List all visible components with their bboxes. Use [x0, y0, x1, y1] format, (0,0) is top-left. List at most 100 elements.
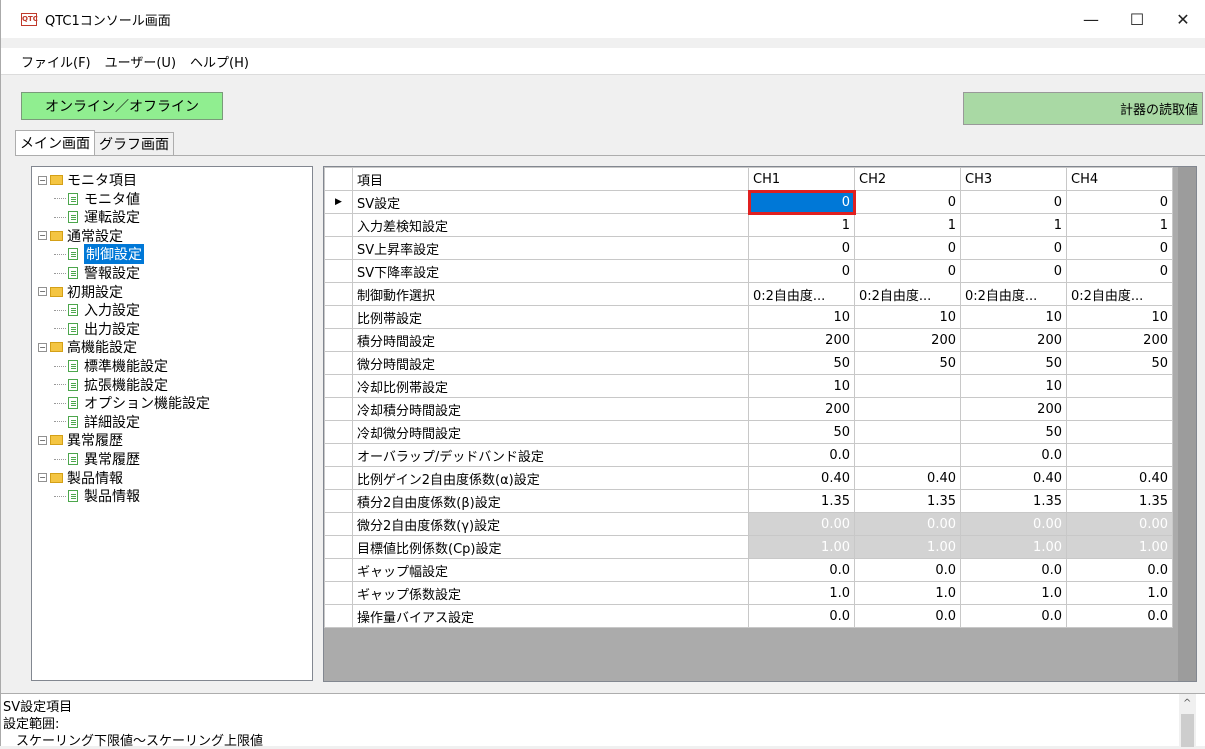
- tab-graph[interactable]: グラフ画面: [94, 132, 174, 155]
- row-header[interactable]: [324, 581, 353, 605]
- tree-node-label[interactable]: 詳細設定: [84, 412, 140, 432]
- tree-node-label[interactable]: 拡張機能設定: [84, 375, 168, 395]
- cell-ch4[interactable]: 1.35: [1066, 489, 1173, 513]
- cell-ch3[interactable]: 200: [960, 328, 1067, 352]
- tree-node-label[interactable]: モニタ値: [84, 189, 140, 209]
- row-header[interactable]: [324, 213, 353, 237]
- column-header-ch2[interactable]: CH2: [854, 167, 961, 191]
- cell-ch4[interactable]: 0.40: [1066, 466, 1173, 490]
- table-row[interactable]: 冷却積分時間設定 200 200: [324, 397, 1173, 421]
- current-row-indicator-icon[interactable]: ▶: [324, 190, 353, 214]
- cell-ch3[interactable]: 0: [960, 259, 1067, 283]
- online-offline-button[interactable]: オンライン／オフライン: [21, 92, 223, 120]
- table-row[interactable]: 微分時間設定 50 50 50 50: [324, 351, 1173, 375]
- cell-ch1[interactable]: 0.40: [748, 466, 855, 490]
- cell-ch3[interactable]: 0: [960, 236, 1067, 260]
- tree-node-label[interactable]: モニタ項目: [67, 170, 137, 190]
- cell-ch2[interactable]: [854, 420, 961, 444]
- cell-ch1[interactable]: 10: [748, 374, 855, 398]
- row-header[interactable]: [324, 558, 353, 582]
- cell-ch4[interactable]: [1066, 397, 1173, 421]
- cell-ch2[interactable]: 0.0: [854, 558, 961, 582]
- tree-node-label[interactable]: 入力設定: [84, 300, 140, 320]
- table-row[interactable]: 冷却微分時間設定 50 50: [324, 420, 1173, 444]
- cell-ch2[interactable]: 0:2自由度...: [854, 282, 961, 306]
- cell-ch1[interactable]: 50: [748, 351, 855, 375]
- cell-ch4[interactable]: [1066, 420, 1173, 444]
- cell-ch1[interactable]: 0.0: [748, 604, 855, 628]
- cell-ch1[interactable]: 0: [748, 259, 855, 283]
- cell-ch1[interactable]: 0: [748, 236, 855, 260]
- tree-folder-node[interactable]: − 初期設定: [38, 283, 123, 301]
- table-row[interactable]: ギャップ係数設定 1.0 1.0 1.0 1.0: [324, 581, 1173, 605]
- tree-node-label[interactable]: 異常履歴: [84, 449, 140, 469]
- tree-node-label[interactable]: 警報設定: [84, 263, 140, 283]
- cell-ch2[interactable]: [854, 443, 961, 467]
- row-header[interactable]: [324, 351, 353, 375]
- column-header-ch4[interactable]: CH4: [1066, 167, 1173, 191]
- cell-ch3[interactable]: 1: [960, 213, 1067, 237]
- row-header[interactable]: [324, 604, 353, 628]
- description-scrollbar[interactable]: ^: [1179, 694, 1196, 747]
- cell-ch4[interactable]: 200: [1066, 328, 1173, 352]
- cell-ch4[interactable]: 1.0: [1066, 581, 1173, 605]
- row-header[interactable]: [324, 443, 353, 467]
- tree-node-label[interactable]: 製品情報: [67, 468, 123, 488]
- cell-ch2[interactable]: 200: [854, 328, 961, 352]
- tree-node-label[interactable]: 制御設定: [84, 244, 144, 265]
- tree-node-label[interactable]: 通常設定: [67, 226, 123, 246]
- row-header[interactable]: [324, 305, 353, 329]
- tree-node-label[interactable]: 出力設定: [84, 319, 140, 339]
- cell-ch3[interactable]: 50: [960, 351, 1067, 375]
- cell-ch4[interactable]: 50: [1066, 351, 1173, 375]
- tree-node-label[interactable]: オプション機能設定: [84, 393, 210, 413]
- table-row[interactable]: 入力差検知設定 1 1 1 1: [324, 213, 1173, 237]
- row-header[interactable]: [324, 466, 353, 490]
- tree-leaf-node[interactable]: 警報設定: [54, 264, 140, 282]
- cell-ch2[interactable]: 10: [854, 305, 961, 329]
- cell-ch2[interactable]: 50: [854, 351, 961, 375]
- table-row[interactable]: 比例ゲイン2自由度係数(α)設定 0.40 0.40 0.40 0.40: [324, 466, 1173, 490]
- cell-ch3[interactable]: 0.0: [960, 604, 1067, 628]
- cell-ch3[interactable]: 10: [960, 305, 1067, 329]
- column-header-ch1[interactable]: CH1: [748, 167, 855, 191]
- tree-leaf-node[interactable]: 標準機能設定: [54, 357, 168, 375]
- row-header[interactable]: [324, 236, 353, 260]
- cell-ch2[interactable]: 1.35: [854, 489, 961, 513]
- tab-main[interactable]: メイン画面: [15, 130, 95, 155]
- tree-leaf-node[interactable]: 入力設定: [54, 301, 140, 319]
- cell-ch4[interactable]: 0: [1066, 236, 1173, 260]
- tree-leaf-node[interactable]: オプション機能設定: [54, 394, 210, 412]
- cell-ch1[interactable]: 0: [747, 189, 856, 215]
- menu-user[interactable]: ユーザー(U): [105, 52, 176, 71]
- table-row[interactable]: オーバラップ/デッドバンド設定 0.0 0.0: [324, 443, 1173, 467]
- row-header[interactable]: [324, 397, 353, 421]
- table-row[interactable]: 比例帯設定 10 10 10 10: [324, 305, 1173, 329]
- close-button[interactable]: ✕: [1160, 0, 1205, 38]
- scroll-thumb[interactable]: [1181, 714, 1194, 747]
- row-header[interactable]: [324, 282, 353, 306]
- tree-leaf-node[interactable]: 運転設定: [54, 208, 140, 226]
- tree-folder-node[interactable]: − 通常設定: [38, 227, 123, 245]
- collapse-toggle-icon[interactable]: −: [38, 175, 47, 185]
- cell-ch4[interactable]: 0: [1066, 190, 1173, 214]
- cell-ch2[interactable]: 0: [854, 259, 961, 283]
- cell-ch3[interactable]: 0.0: [960, 443, 1067, 467]
- cell-ch2[interactable]: [854, 397, 961, 421]
- column-header-item[interactable]: 項目: [352, 167, 749, 191]
- table-row[interactable]: 微分2自由度係数(γ)設定 0.00 0.00 0.00 0.00: [324, 512, 1173, 536]
- cell-ch3[interactable]: 1.35: [960, 489, 1067, 513]
- table-row[interactable]: 積分時間設定 200 200 200 200: [324, 328, 1173, 352]
- cell-ch4[interactable]: 0:2自由度...: [1066, 282, 1173, 306]
- cell-ch1[interactable]: 1: [748, 213, 855, 237]
- cell-ch1[interactable]: 1.0: [748, 581, 855, 605]
- menu-file[interactable]: ファイル(F): [21, 52, 91, 71]
- column-header-ch3[interactable]: CH3: [960, 167, 1067, 191]
- instrument-readout-button[interactable]: 計器の読取値: [963, 92, 1203, 125]
- cell-ch1[interactable]: 0.0: [748, 443, 855, 467]
- cell-ch2[interactable]: [854, 374, 961, 398]
- table-row[interactable]: 操作量バイアス設定 0.0 0.0 0.0 0.0: [324, 604, 1173, 628]
- cell-ch3[interactable]: 50: [960, 420, 1067, 444]
- row-header[interactable]: [324, 328, 353, 352]
- table-row[interactable]: 制御動作選択 0:2自由度... 0:2自由度... 0:2自由度... 0:2自由度.…: [324, 282, 1173, 306]
